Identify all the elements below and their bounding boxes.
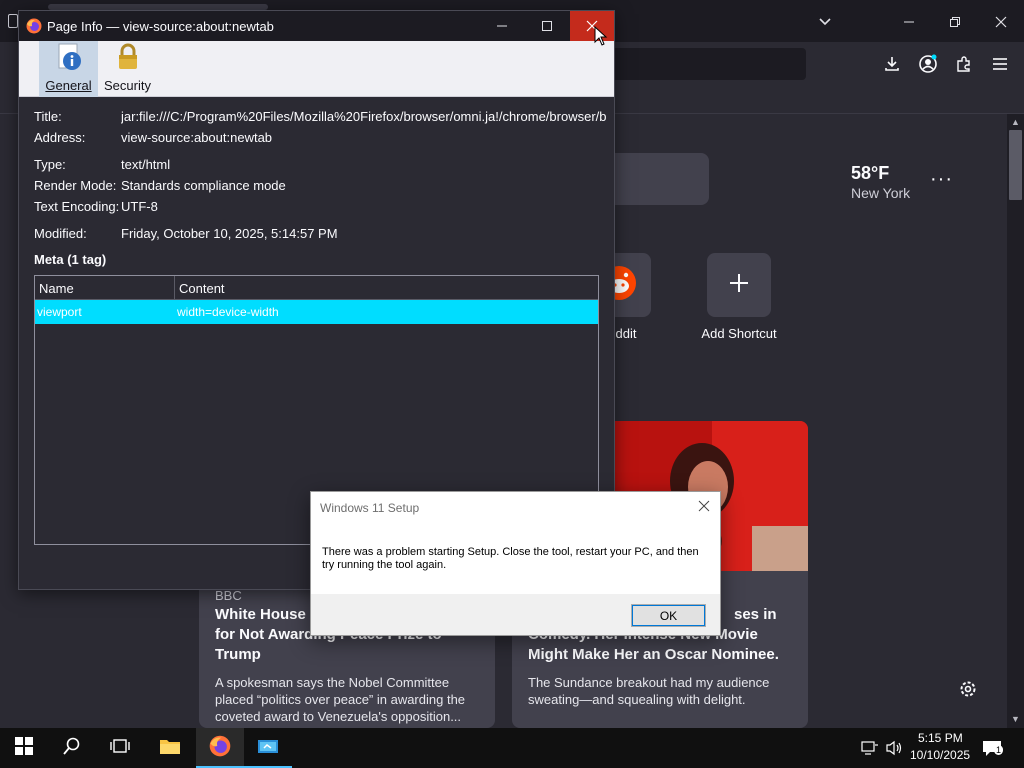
modified-value[interactable]: Friday, October 10, 2025, 5:14:57 PM	[121, 226, 338, 241]
extensions-icon[interactable]	[952, 52, 976, 76]
story-description-line2: placed “politics over peace” in awarding…	[215, 692, 466, 707]
page-info-titlebar[interactable]: Page Info — view-source:about:newtab	[19, 11, 614, 41]
scroll-down-icon[interactable]: ▼	[1009, 713, 1022, 725]
meta-table-header: Name Content	[35, 276, 598, 300]
file-explorer-button[interactable]	[146, 728, 194, 768]
story-title-line3[interactable]: Might Make Her an Oscar Nominee.	[528, 645, 779, 665]
page-scrollbar[interactable]	[1007, 114, 1024, 728]
taskbar-clock-date[interactable]: 10/10/2025	[910, 748, 970, 762]
setup-dialog-close-button[interactable]	[694, 496, 714, 516]
setup-app-taskbar-button[interactable]	[244, 728, 292, 768]
ok-button[interactable]: OK	[631, 604, 706, 627]
browser-restore-button[interactable]	[938, 8, 972, 36]
modified-label: Modified:	[34, 226, 87, 241]
close-icon	[698, 500, 710, 512]
text-encoding-value[interactable]: UTF-8	[121, 199, 158, 214]
volume-icon[interactable]	[884, 738, 904, 758]
text-encoding-label: Text Encoding:	[34, 199, 120, 214]
taskbar-clock-time[interactable]: 5:15 PM	[918, 731, 963, 745]
downloads-icon[interactable]	[880, 52, 904, 76]
shortcut-label-add[interactable]: Add Shortcut	[699, 326, 779, 341]
network-icon[interactable]	[860, 738, 880, 758]
add-shortcut-button[interactable]	[707, 253, 771, 317]
render-mode-label: Render Mode:	[34, 178, 117, 193]
story-description-line3: coveted award to Venezuela's opposition.…	[215, 709, 462, 724]
tab-general-label: General	[45, 78, 92, 93]
page-info-title: Page Info — view-source:about:newtab	[47, 19, 274, 34]
scrollbar-thumb[interactable]	[1009, 130, 1022, 200]
task-view-button[interactable]	[96, 728, 144, 768]
tab-general[interactable]: General	[39, 41, 98, 97]
story-description-line1: The Sundance breakout had my audience	[528, 675, 770, 690]
url-bar[interactable]	[600, 48, 806, 80]
address-label: Address:	[34, 130, 86, 145]
newtab-search-box[interactable]	[600, 153, 709, 205]
account-icon[interactable]	[916, 52, 940, 76]
meta-name-cell: viewport	[37, 305, 82, 319]
weather-city[interactable]: New York	[851, 185, 910, 201]
story-title-line3[interactable]: Trump	[215, 645, 261, 665]
story-source: BBC	[215, 588, 242, 603]
mouse-cursor	[594, 25, 608, 46]
column-divider[interactable]	[174, 276, 175, 300]
task-view-icon	[110, 737, 130, 760]
title-value[interactable]: jar:file:///C:/Program%20Files/Mozilla%2…	[121, 109, 606, 124]
meta-content-cell: width=device-width	[177, 305, 279, 319]
menu-icon[interactable]	[988, 52, 1012, 76]
scroll-up-icon[interactable]: ▲	[1009, 116, 1022, 128]
lock-icon	[113, 42, 143, 75]
page-info-maximize-button[interactable]	[525, 11, 569, 41]
page-info-minimize-button[interactable]	[480, 11, 524, 41]
tab-security-label: Security	[104, 78, 151, 93]
type-label: Type:	[34, 157, 66, 172]
browser-close-button[interactable]	[984, 8, 1018, 36]
list-all-tabs-icon[interactable]	[808, 8, 842, 36]
column-header-content[interactable]: Content	[179, 281, 225, 296]
info-icon	[54, 42, 84, 75]
type-value[interactable]: text/html	[121, 157, 170, 172]
start-button[interactable]	[0, 728, 48, 768]
meta-heading: Meta (1 tag)	[34, 252, 107, 267]
file-explorer-icon	[159, 737, 181, 760]
browser-minimize-button[interactable]	[892, 8, 926, 36]
setup-app-icon	[257, 737, 279, 760]
address-value[interactable]: view-source:about:newtab	[121, 130, 272, 145]
personalize-gear-icon[interactable]	[958, 679, 978, 699]
shortcut-label-reddit[interactable]: ddit	[614, 326, 638, 341]
story-title-line1[interactable]: ses in	[734, 605, 777, 625]
firefox-taskbar-button[interactable]	[196, 728, 244, 768]
notification-count: 1	[994, 745, 1004, 755]
setup-error-dialog: Windows 11 Setup There was a problem sta…	[310, 491, 721, 636]
story-description-line1: A spokesman says the Nobel Committee	[215, 675, 450, 690]
page-info-tabbar: General Security	[19, 41, 614, 97]
story-description-line2: sweating—and squealing with delight.	[528, 692, 746, 707]
render-mode-value[interactable]: Standards compliance mode	[121, 178, 286, 193]
firefox-icon	[209, 735, 231, 762]
tab-security[interactable]: Security	[98, 41, 157, 97]
firefox-icon	[26, 18, 42, 34]
story-title-line1[interactable]: White House B	[215, 605, 321, 625]
start-icon	[15, 736, 33, 760]
taskbar-search-button[interactable]	[48, 728, 96, 768]
setup-dialog-footer: OK	[311, 594, 720, 635]
notifications-icon[interactable]: 1	[982, 738, 1004, 758]
setup-dialog-title: Windows 11 Setup	[320, 501, 420, 515]
setup-error-message: There was a problem starting Setup. Clos…	[322, 546, 699, 571]
weather-more-icon[interactable]: ···	[930, 168, 953, 191]
column-header-name[interactable]: Name	[39, 281, 74, 296]
title-label: Title:	[34, 109, 62, 124]
plus-icon	[728, 272, 750, 299]
weather-temperature[interactable]: 58°F	[851, 163, 889, 184]
table-row[interactable]: viewport width=device-width	[35, 300, 598, 324]
search-icon	[63, 737, 81, 760]
tab-page-icon[interactable]	[8, 14, 18, 28]
